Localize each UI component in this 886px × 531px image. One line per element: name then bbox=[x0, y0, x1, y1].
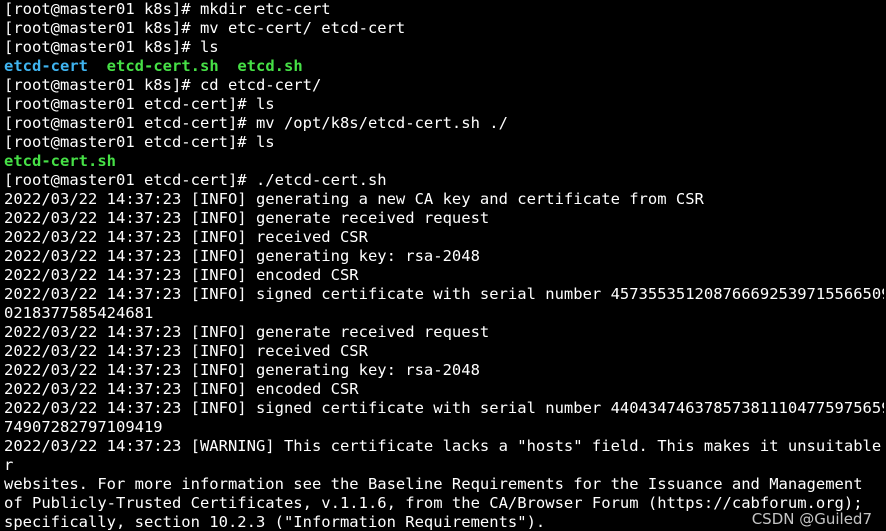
terminal-text-segment: 2022/03/22 14:37:23 [INFO] signed certif… bbox=[4, 399, 884, 417]
terminal-line: [root@master01 etcd-cert]# mv /opt/k8s/e… bbox=[4, 114, 884, 133]
terminal-line: [root@master01 k8s]# mv etc-cert/ etcd-c… bbox=[4, 19, 884, 38]
terminal-line: etcd-cert etcd-cert.sh etcd.sh bbox=[4, 57, 884, 76]
terminal-text-segment: 2022/03/22 14:37:23 [INFO] generating a … bbox=[4, 190, 704, 208]
terminal-text-segment: websites. For more information see the B… bbox=[4, 475, 863, 493]
terminal-text-segment: of Publicly-Trusted Certificates, v.1.1.… bbox=[4, 494, 863, 512]
terminal-line: 2022/03/22 14:37:23 [INFO] generating a … bbox=[4, 190, 884, 209]
terminal-text-segment: [root@master01 etcd-cert]# ls bbox=[4, 133, 275, 151]
csdn-watermark: CSDN @Guiled7 bbox=[751, 510, 872, 528]
terminal-line: [root@master01 etcd-cert]# ls bbox=[4, 95, 884, 114]
terminal-text-segment: 0218377585424681 bbox=[4, 304, 154, 322]
terminal-line: websites. For more information see the B… bbox=[4, 475, 884, 494]
terminal-text-segment: etcd-cert.sh bbox=[4, 152, 116, 170]
terminal-text-segment: 2022/03/22 14:37:23 [INFO] received CSR bbox=[4, 228, 368, 246]
terminal-text-segment: [root@master01 etcd-cert]# ./etcd-cert.s… bbox=[4, 171, 387, 189]
terminal-text-segment: 2022/03/22 14:37:23 [INFO] generating ke… bbox=[4, 361, 480, 379]
terminal-line: [root@master01 k8s]# ls bbox=[4, 38, 884, 57]
terminal-line: 2022/03/22 14:37:23 [INFO] generate rece… bbox=[4, 323, 884, 342]
terminal-line: 2022/03/22 14:37:23 [INFO] encoded CSR bbox=[4, 266, 884, 285]
terminal-line: 2022/03/22 14:37:23 [INFO] encoded CSR bbox=[4, 380, 884, 399]
terminal-text-segment: 74907282797109419 bbox=[4, 418, 163, 436]
terminal-line: 2022/03/22 14:37:23 [INFO] signed certif… bbox=[4, 285, 884, 304]
terminal-text-segment: 2022/03/22 14:37:23 [INFO] generating ke… bbox=[4, 247, 480, 265]
terminal-line: 2022/03/22 14:37:23 [INFO] received CSR bbox=[4, 342, 884, 361]
terminal-text-segment: specifically, section 10.2.3 ("Informati… bbox=[4, 513, 546, 531]
terminal-line: [root@master01 etcd-cert]# ./etcd-cert.s… bbox=[4, 171, 884, 190]
terminal-text-segment: 2022/03/22 14:37:23 [INFO] signed certif… bbox=[4, 285, 884, 303]
terminal-line: etcd-cert.sh bbox=[4, 152, 884, 171]
terminal-text-segment: [root@master01 etcd-cert]# ls bbox=[4, 95, 275, 113]
terminal-line: [root@master01 etcd-cert]# ls bbox=[4, 133, 884, 152]
terminal-text-segment: 2022/03/22 14:37:23 [INFO] encoded CSR bbox=[4, 380, 359, 398]
terminal-line: r bbox=[4, 456, 884, 475]
terminal-output[interactable]: [root@master01 k8s]# mkdir etc-cert [root… bbox=[4, 0, 884, 531]
terminal-text-segment: [root@master01 k8s]# cd etcd-cert/ bbox=[4, 76, 322, 94]
terminal-text-segment: [root@master01 k8s]# mv etc-cert/ etcd-c… bbox=[4, 19, 406, 37]
terminal-line: 74907282797109419 bbox=[4, 418, 884, 437]
terminal-line: 2022/03/22 14:37:23 [WARNING] This certi… bbox=[4, 437, 884, 456]
terminal-text-segment: [root@master01 etcd-cert]# mv /opt/k8s/e… bbox=[4, 114, 508, 132]
terminal-line: 2022/03/22 14:37:23 [INFO] signed certif… bbox=[4, 399, 884, 418]
terminal-line: 2022/03/22 14:37:23 [INFO] generating ke… bbox=[4, 247, 884, 266]
terminal-line: 2022/03/22 14:37:23 [INFO] generate rece… bbox=[4, 209, 884, 228]
terminal-line: 2022/03/22 14:37:23 [INFO] generating ke… bbox=[4, 361, 884, 380]
terminal-text-segment: 2022/03/22 14:37:23 [WARNING] This certi… bbox=[4, 437, 884, 455]
terminal-line: 2022/03/22 14:37:23 [INFO] received CSR bbox=[4, 228, 884, 247]
terminal-line: [root@master01 k8s]# cd etcd-cert/ bbox=[4, 76, 884, 95]
terminal-text-segment: etcd-cert.sh bbox=[106, 57, 219, 75]
terminal-text-segment: r bbox=[4, 456, 14, 474]
terminal-text-segment: 2022/03/22 14:37:23 [INFO] received CSR bbox=[4, 342, 368, 360]
terminal-text-segment: etcd.sh bbox=[237, 57, 303, 75]
terminal-text-segment: 2022/03/22 14:37:23 [INFO] generate rece… bbox=[4, 209, 490, 227]
terminal-text-segment: 2022/03/22 14:37:23 [INFO] generate rece… bbox=[4, 323, 490, 341]
terminal-line: [root@master01 k8s]# mkdir etc-cert bbox=[4, 0, 884, 19]
terminal-line: 0218377585424681 bbox=[4, 304, 884, 323]
terminal-text-segment: [root@master01 k8s]# mkdir etc-cert bbox=[4, 0, 331, 18]
terminal-text-segment: 2022/03/22 14:37:23 [INFO] encoded CSR bbox=[4, 266, 359, 284]
terminal-text-segment: etcd-cert bbox=[4, 57, 88, 75]
terminal-text-segment: [root@master01 k8s]# ls bbox=[4, 38, 219, 56]
